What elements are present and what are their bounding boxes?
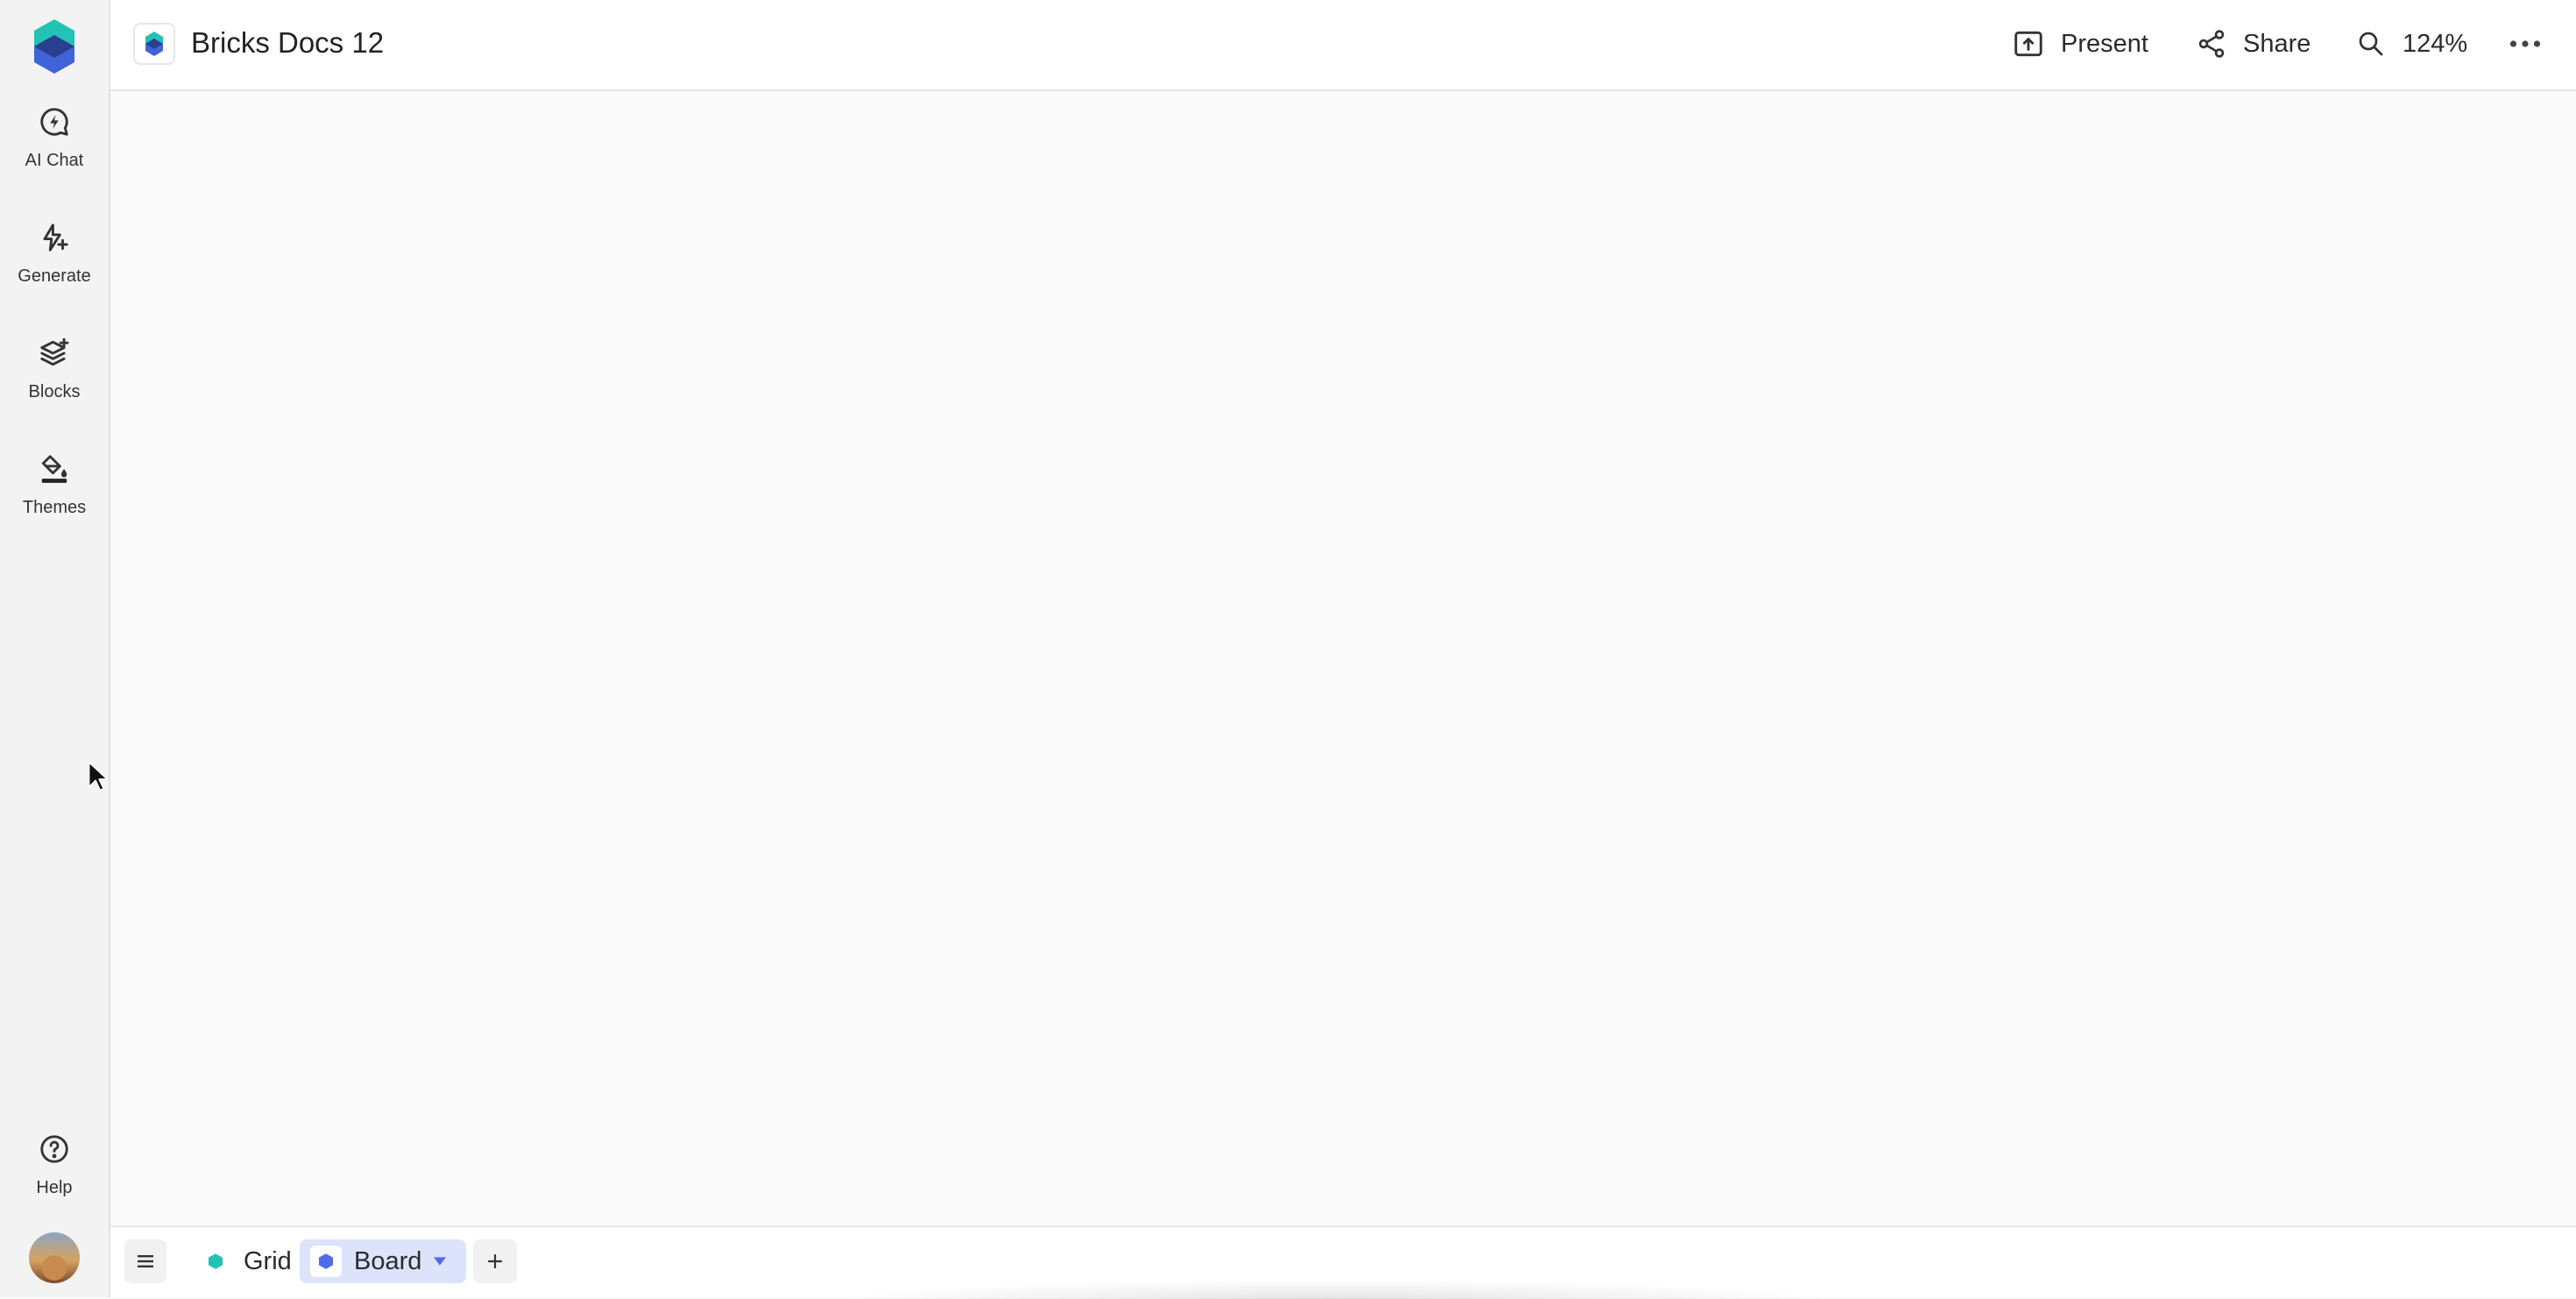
tab-board[interactable]: Board <box>300 1239 466 1283</box>
avatar[interactable] <box>29 1232 80 1283</box>
grid-tab-icon <box>200 1246 231 1277</box>
bottom-bar: Grid Board <box>110 1225 2576 1299</box>
layers-plus-icon <box>40 337 69 366</box>
doc-icon[interactable] <box>133 23 175 65</box>
floating-toolbar-shadow <box>829 1280 1836 1299</box>
sidebar-item-label: Help <box>36 1178 73 1197</box>
sidebar-item-themes[interactable]: Themes <box>0 452 109 549</box>
zoom-button[interactable]: 124% <box>2355 21 2467 67</box>
tab-label: Grid <box>244 1246 292 1275</box>
page-title[interactable]: Bricks Docs 12 <box>191 26 384 60</box>
app-logo-icon[interactable] <box>34 19 74 74</box>
mouse-cursor-icon <box>88 761 109 791</box>
pages-menu-button[interactable] <box>124 1239 166 1283</box>
left-sidebar: AI Chat Generate Blocks Themes Help <box>0 0 110 1297</box>
more-options-button[interactable] <box>2509 21 2557 67</box>
share-button[interactable]: Share <box>2196 21 2311 67</box>
sidebar-item-label: Themes <box>22 498 87 517</box>
zoom-icon <box>2359 32 2383 56</box>
zoom-level: 124% <box>2403 29 2468 58</box>
board-tab-icon <box>310 1246 342 1277</box>
plus-icon <box>487 1253 503 1269</box>
ai-chat-icon <box>40 108 68 136</box>
sidebar-item-label: Blocks <box>28 382 81 401</box>
board-canvas[interactable] <box>110 91 2576 1225</box>
share-icon <box>2198 30 2225 58</box>
sidebar-item-label: AI Chat <box>25 151 84 170</box>
tab-grid[interactable]: Grid <box>189 1239 302 1283</box>
add-page-button[interactable] <box>473 1239 517 1283</box>
top-header: Bricks Docs 12 Present Share 124% <box>110 0 2576 91</box>
paint-bucket-icon <box>41 455 67 483</box>
chevron-down-icon[interactable] <box>434 1257 447 1266</box>
sidebar-item-label: Generate <box>18 266 91 286</box>
present-button[interactable]: Present <box>2012 21 2148 67</box>
sparkle-icon <box>43 224 68 252</box>
tab-label: Board <box>354 1246 422 1275</box>
present-label: Present <box>2061 29 2148 58</box>
share-label: Share <box>2243 29 2311 58</box>
sidebar-item-ai-chat[interactable]: AI Chat <box>0 105 109 202</box>
sidebar-item-help[interactable]: Help <box>0 1132 109 1229</box>
help-icon <box>40 1135 68 1163</box>
more-icon <box>2509 40 2541 47</box>
menu-icon <box>138 1255 153 1267</box>
sidebar-item-generate[interactable]: Generate <box>0 221 109 317</box>
present-icon <box>2014 31 2042 57</box>
sidebar-item-blocks[interactable]: Blocks <box>0 337 109 433</box>
doc-logo-icon <box>145 32 163 56</box>
